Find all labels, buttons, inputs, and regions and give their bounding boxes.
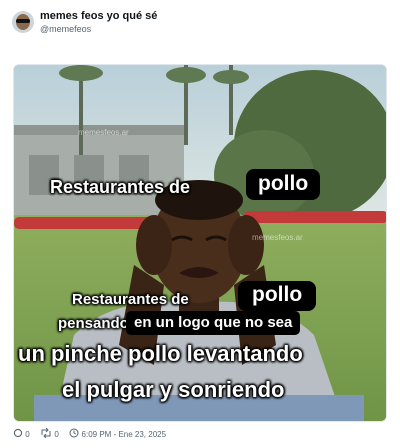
clock-icon: [69, 428, 79, 440]
caption-box-1: pollo: [246, 169, 321, 200]
caption-box-3: en un logo que no sea: [126, 311, 301, 335]
reply-count: 0: [25, 429, 30, 439]
comment-icon[interactable]: [13, 428, 23, 440]
caption-line-4: un pinche pollo levantando: [18, 341, 303, 366]
retweet-count: 0: [54, 429, 59, 439]
caption-line-3: pensando: [58, 315, 129, 332]
avatar[interactable]: [12, 11, 34, 33]
meme-image[interactable]: memesfeos.ar memesfeos.ar Restaurantes d…: [13, 64, 387, 422]
display-name[interactable]: memes feos yo qué sé: [40, 10, 157, 22]
retweet-icon[interactable]: [40, 427, 52, 440]
tweet-footer: 0 0 6:09 PM - Ene 23, 2025: [13, 427, 167, 440]
avatar-sunglasses: [16, 19, 30, 23]
watermark: memesfeos.ar: [252, 233, 303, 242]
meme-photo: [14, 65, 386, 421]
caption-line-5: el pulgar y sonriendo: [62, 377, 285, 402]
caption-box-2: pollo: [238, 281, 317, 311]
handle[interactable]: @memefeos: [40, 24, 91, 34]
caption-line-1: Restaurantes de: [50, 177, 191, 197]
watermark: memesfeos.ar: [78, 128, 129, 137]
caption-line-2: Restaurantes de: [72, 291, 189, 308]
timestamp[interactable]: 6:09 PM - Ene 23, 2025: [82, 430, 167, 439]
